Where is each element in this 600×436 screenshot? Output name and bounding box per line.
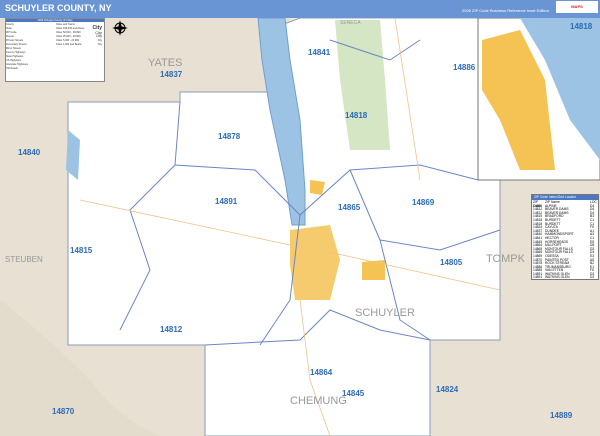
header-bar: SCHUYLER COUNTY, NY 2026 ZIP Code Busine…: [0, 0, 600, 18]
zip-index-cell: WATKINS GLEN: [545, 275, 570, 280]
legend-city-item: Cities 25,000 - 49,999: [56, 34, 81, 38]
county-label: CHEMUNG: [290, 395, 347, 407]
zip-label: 14864: [310, 368, 333, 377]
county-label: YATES: [148, 57, 182, 69]
legend-item: County: [6, 22, 14, 26]
legend-item: Minor Streets: [6, 46, 21, 50]
zip-label: 14886: [453, 63, 476, 72]
legend-city-item: Cities 1,000 and Below: [56, 42, 82, 46]
zip-index-cell: 14891: [533, 275, 543, 280]
legend-item: State Highways: [6, 54, 24, 58]
city-sample: City: [97, 42, 102, 46]
zip-label: 14845: [342, 389, 365, 398]
county-label: TOMPK: [486, 253, 526, 265]
zip-index-row: 14891 WATKINS GLEN D3: [532, 275, 598, 279]
map-legend: 2026 Schuyler County, NY Map County Stat…: [5, 18, 105, 82]
inset-zip-label: 14818: [570, 22, 593, 31]
city-sample: City: [97, 38, 102, 42]
zip-label: 14870: [52, 407, 75, 416]
zip-label: 14891: [215, 197, 238, 206]
zip-label: 14818: [345, 111, 368, 120]
county-label: STEUBEN: [5, 255, 43, 264]
zip-label: 14812: [160, 325, 183, 334]
legend-item: US Highways: [6, 58, 22, 62]
zip-label: 14840: [18, 148, 41, 157]
city-sample: City: [95, 34, 102, 38]
zip-label: 14837: [160, 70, 183, 79]
legend-item: Toll Roads: [6, 66, 18, 70]
legend-item: Secondary Streets: [6, 42, 27, 46]
legend-item: ZIP Code: [6, 30, 17, 34]
legend-item: Primary Streets: [6, 38, 24, 42]
county-label: SCHUYLER: [355, 307, 415, 319]
legend-city-item: Cities 50,000 - 99,999: [56, 30, 81, 34]
zip-index-cell: D3: [590, 275, 595, 280]
legend-item: Streets: [6, 34, 14, 38]
zip-label: 14865: [338, 203, 361, 212]
zip-label: 14841: [308, 48, 331, 57]
map-title: SCHUYLER COUNTY, NY: [5, 3, 112, 13]
zip-label: 14878: [218, 132, 241, 141]
zip-label: 14824: [436, 385, 459, 394]
legend-item: State: [6, 26, 12, 30]
zip-index-table: ZIP Code Index/Grid Locator ZIP Code ZIP …: [531, 194, 599, 281]
edition-label: 2026 ZIP Code Business Reference Inset E…: [462, 8, 549, 13]
zip-label: 14815: [70, 246, 93, 255]
zip-label: 14889: [550, 411, 573, 420]
zip-label: 14805: [440, 258, 463, 267]
legend-item: Interstate Highways: [6, 62, 28, 66]
zip-label: 14869: [412, 198, 435, 207]
county-label: SENECA: [340, 20, 361, 26]
odessa-urban: [362, 260, 385, 280]
legend-city-item: Cities 5,000 - 24,999: [56, 38, 80, 42]
legend-city-item: Cities 100,000 and Above: [56, 26, 85, 30]
publisher-logo: MAPS: [556, 1, 598, 13]
legend-item: County Highways: [6, 50, 26, 54]
